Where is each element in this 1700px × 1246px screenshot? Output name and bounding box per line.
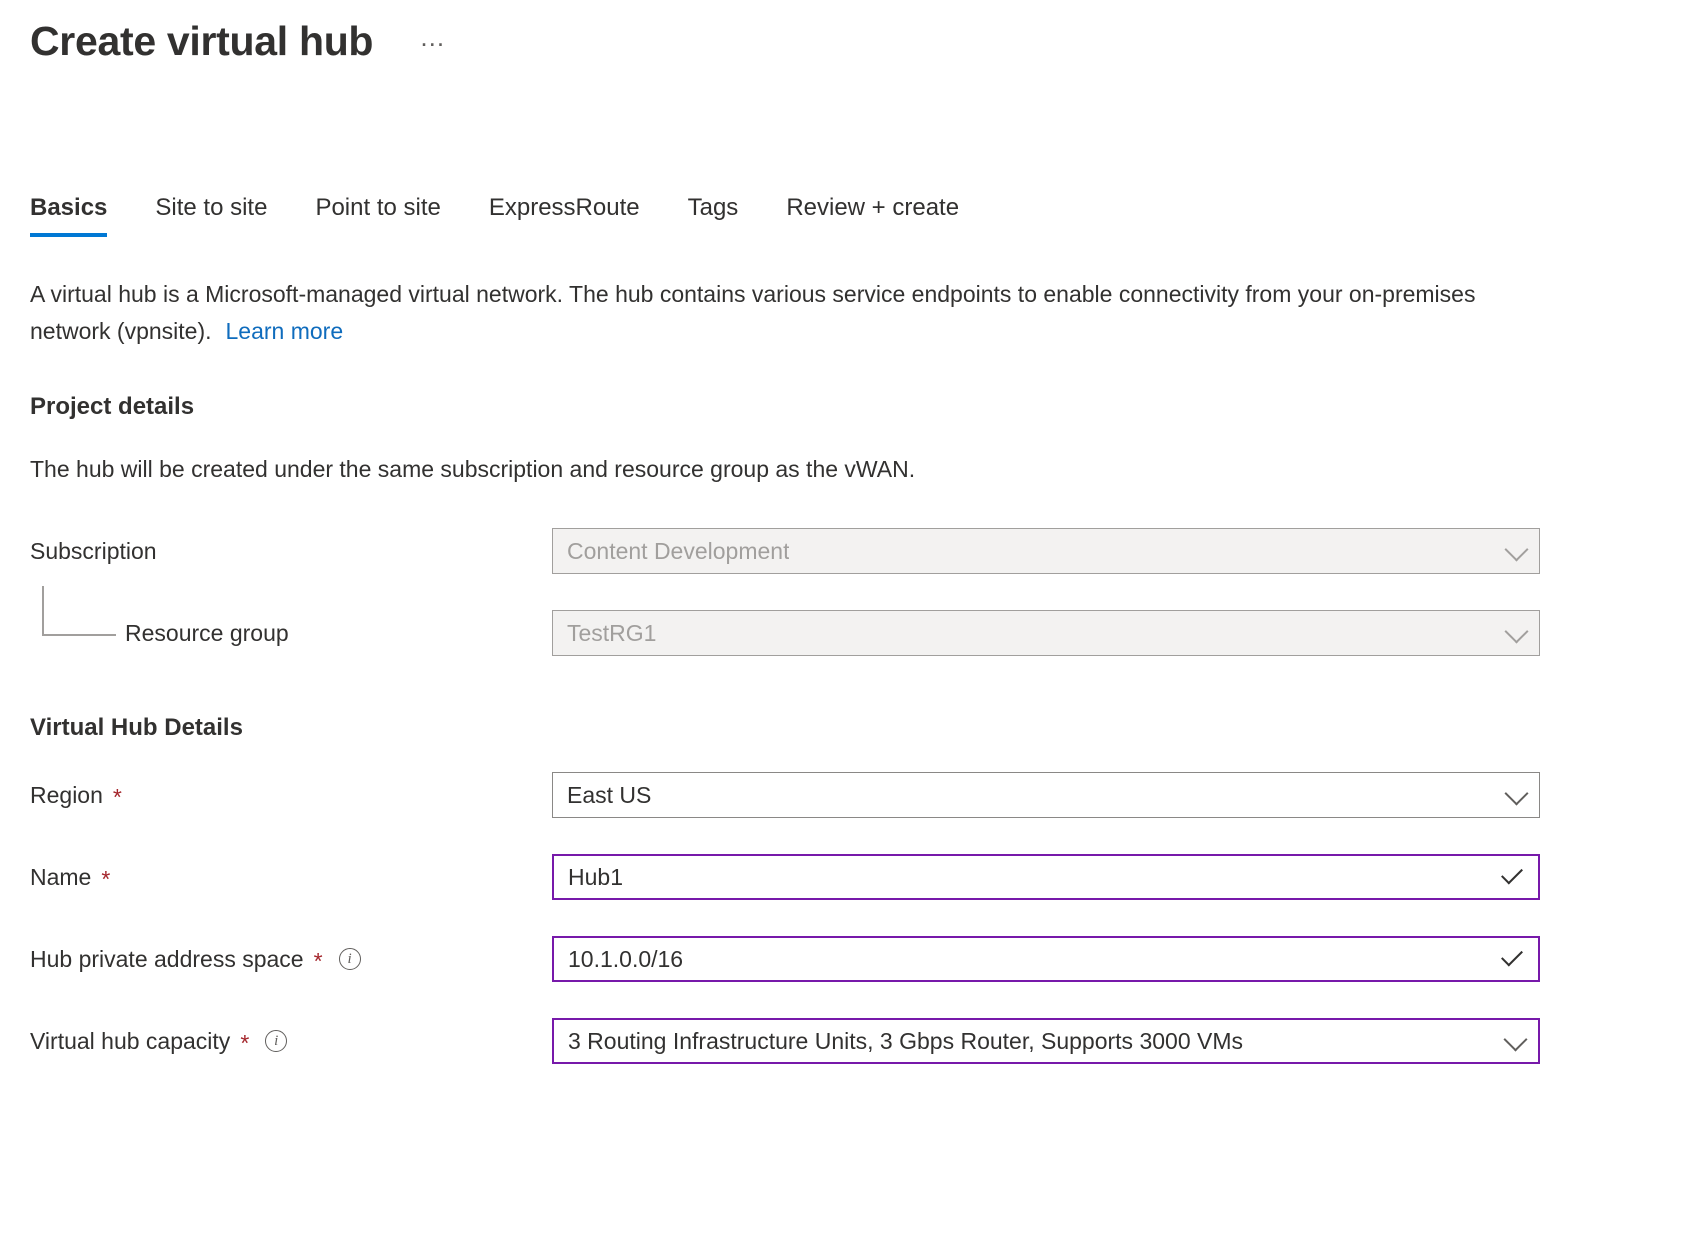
resource-group-label-text: Resource group bbox=[125, 620, 289, 647]
resource-group-dropdown[interactable]: TestRG1 bbox=[552, 610, 1540, 656]
required-asterisk: * bbox=[314, 950, 323, 973]
tab-expressroute[interactable]: ExpressRoute bbox=[489, 192, 666, 237]
info-icon[interactable]: i bbox=[339, 948, 361, 970]
name-label: Name * bbox=[30, 864, 552, 891]
subscription-row: Subscription Content Development bbox=[30, 528, 1540, 574]
checkmark-icon bbox=[1501, 945, 1523, 967]
region-row: Region * East US bbox=[30, 772, 1540, 818]
name-input[interactable]: Hub1 bbox=[552, 854, 1540, 900]
tab-point-to-site[interactable]: Point to site bbox=[315, 192, 466, 237]
name-label-text: Name bbox=[30, 864, 91, 891]
subscription-dropdown[interactable]: Content Development bbox=[552, 528, 1540, 574]
chevron-down-icon bbox=[1503, 1027, 1527, 1051]
resource-group-row: Resource group TestRG1 bbox=[30, 610, 1540, 656]
resource-group-value: TestRG1 bbox=[567, 620, 656, 647]
tab-review-create[interactable]: Review + create bbox=[786, 192, 985, 237]
resource-group-label: Resource group bbox=[30, 620, 552, 647]
required-asterisk: * bbox=[101, 868, 110, 891]
chevron-down-icon bbox=[1504, 537, 1528, 561]
region-value: East US bbox=[567, 782, 651, 809]
tab-tags[interactable]: Tags bbox=[688, 192, 765, 237]
virtual-hub-capacity-row: Virtual hub capacity * i 3 Routing Infra… bbox=[30, 1018, 1540, 1064]
checkmark-icon bbox=[1501, 863, 1523, 885]
project-details-heading: Project details bbox=[30, 393, 194, 421]
name-value: Hub1 bbox=[568, 864, 623, 891]
learn-more-link[interactable]: Learn more bbox=[226, 318, 344, 344]
virtual-hub-details-heading: Virtual Hub Details bbox=[30, 714, 243, 742]
create-virtual-hub-blade: Create virtual hub … Basics Site to site… bbox=[0, 0, 1700, 1246]
region-label: Region * bbox=[30, 782, 552, 809]
subscription-value: Content Development bbox=[567, 538, 789, 565]
info-icon[interactable]: i bbox=[265, 1030, 287, 1052]
hub-private-address-space-label: Hub private address space * i bbox=[30, 946, 552, 973]
virtual-hub-capacity-label-text: Virtual hub capacity bbox=[30, 1028, 230, 1055]
hub-private-address-space-label-text: Hub private address space bbox=[30, 946, 304, 973]
name-row: Name * Hub1 bbox=[30, 854, 1540, 900]
blade-description: A virtual hub is a Microsoft-managed vir… bbox=[30, 276, 1530, 350]
tab-bar: Basics Site to site Point to site Expres… bbox=[30, 192, 985, 237]
chevron-down-icon bbox=[1504, 781, 1528, 805]
required-asterisk: * bbox=[113, 786, 122, 809]
hub-private-address-space-row: Hub private address space * i 10.1.0.0/1… bbox=[30, 936, 1540, 982]
page-title: Create virtual hub bbox=[30, 18, 373, 65]
region-label-text: Region bbox=[30, 782, 103, 809]
subscription-label-text: Subscription bbox=[30, 538, 157, 565]
project-details-description: The hub will be created under the same s… bbox=[30, 452, 915, 488]
chevron-down-icon bbox=[1504, 619, 1528, 643]
region-dropdown[interactable]: East US bbox=[552, 772, 1540, 818]
more-options-icon[interactable]: … bbox=[413, 20, 453, 64]
hub-private-address-space-input[interactable]: 10.1.0.0/16 bbox=[552, 936, 1540, 982]
tab-basics[interactable]: Basics bbox=[30, 192, 133, 237]
required-asterisk: * bbox=[240, 1032, 249, 1055]
virtual-hub-capacity-dropdown[interactable]: 3 Routing Infrastructure Units, 3 Gbps R… bbox=[552, 1018, 1540, 1064]
virtual-hub-capacity-value: 3 Routing Infrastructure Units, 3 Gbps R… bbox=[568, 1028, 1243, 1055]
virtual-hub-capacity-label: Virtual hub capacity * i bbox=[30, 1028, 552, 1055]
blade-header: Create virtual hub … bbox=[30, 18, 453, 65]
subscription-label: Subscription bbox=[30, 538, 552, 565]
hub-private-address-space-value: 10.1.0.0/16 bbox=[568, 946, 683, 973]
tab-site-to-site[interactable]: Site to site bbox=[155, 192, 293, 237]
